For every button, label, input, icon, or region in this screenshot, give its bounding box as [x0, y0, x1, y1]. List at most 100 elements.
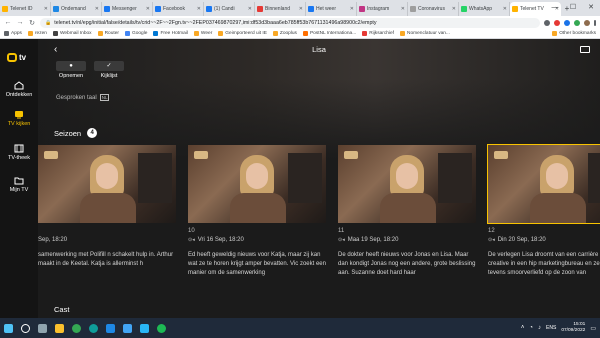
close-tab-icon[interactable]: ✕: [146, 6, 150, 12]
browser-tab[interactable]: Binnenland ✕: [255, 2, 306, 16]
browser-tab[interactable]: WhatsApp ✕: [459, 2, 510, 16]
browser-tab[interactable]: Het weer ✕: [306, 2, 357, 16]
episode-card[interactable]: 10 ⊙◂ Vri 16 Sep, 18:20 Ed heeft geweldig n…: [188, 145, 326, 278]
bookmark-icon: [302, 31, 308, 36]
bookmark-item[interactable]: Apps: [4, 31, 22, 36]
browser-tab[interactable]: Instagram ✕: [357, 2, 408, 16]
episode-card[interactable]: 11 ⊙◂ Maa 19 Sep, 18:20 De dokter heeft nie…: [338, 145, 476, 278]
back-button[interactable]: ‹: [54, 45, 57, 55]
close-tab-icon[interactable]: ✕: [248, 6, 252, 12]
browser-tab[interactable]: Ondemand ✕: [51, 2, 102, 16]
episode-card[interactable]: 12 ⊙◂ Din 20 Sep, 18:20 De verlegen Lisa dr…: [487, 144, 600, 278]
other-bookmarks[interactable]: Other bookmarks: [552, 31, 596, 36]
thumbnail-shelf: [138, 153, 172, 203]
telenet-tv-logo[interactable]: tv: [7, 53, 26, 62]
record-button[interactable]: ● Opnemen: [56, 61, 86, 79]
menu-icon[interactable]: [594, 19, 596, 26]
bookmark-label: Router: [104, 31, 119, 36]
folder-icon: [14, 177, 24, 185]
profile-avatar[interactable]: [584, 19, 590, 26]
close-tab-icon[interactable]: ✕: [197, 6, 201, 12]
wifi-icon[interactable]: ◔: [529, 325, 533, 331]
browser-tab[interactable]: Facebook ✕: [153, 2, 204, 16]
close-tab-icon[interactable]: ✕: [299, 6, 303, 12]
mail-icon[interactable]: [106, 323, 115, 333]
extension-icon[interactable]: [544, 19, 550, 26]
edge-icon[interactable]: [89, 323, 98, 333]
tab-favicon-icon: [410, 6, 416, 12]
back-arrow-icon[interactable]: ←: [4, 19, 12, 26]
close-tab-icon[interactable]: ✕: [503, 6, 507, 12]
notification-icon[interactable]: ▭: [590, 325, 596, 332]
bookmark-item[interactable]: Router: [97, 31, 119, 36]
thumbnail-body: [230, 193, 286, 223]
clock[interactable]: 15:01 07/09/2022: [561, 322, 585, 334]
close-tab-icon[interactable]: ✕: [95, 6, 99, 12]
play-audio-icon: ⊙◂: [338, 237, 345, 243]
bookmark-item[interactable]: PostNL Internationa...: [302, 31, 356, 36]
bookmark-item[interactable]: rezen: [27, 31, 47, 36]
bookmark-label: Apps: [11, 31, 22, 36]
bookmark-item[interactable]: Weer: [193, 31, 212, 36]
tv-icon: [15, 111, 23, 119]
bookmark-item[interactable]: Zooplus: [272, 31, 297, 36]
tab-label: Telenet ID: [10, 6, 33, 12]
address-bar[interactable]: 🔒 telenet.tv/nl/epg/initial/false/detail…: [40, 17, 540, 28]
browser-tab-strip: Telenet ID ✕ Ondemand ✕ Messenger ✕ Facebook ✕(…: [0, 0, 600, 16]
browser-tab[interactable]: Messenger ✕: [102, 2, 153, 16]
browser-tab[interactable]: Telenet ID ✕: [0, 2, 51, 16]
close-window-button[interactable]: ✕: [582, 0, 600, 16]
chevron-up-icon[interactable]: ˄: [521, 325, 525, 331]
sidebar-item-tv-kijken[interactable]: TV kijken: [0, 110, 38, 127]
browser-tab[interactable]: (1) Candi ✕: [204, 2, 255, 16]
window-controls: — ☐ ✕: [546, 0, 600, 16]
minimize-button[interactable]: —: [546, 0, 564, 16]
browser-tab[interactable]: Coronavirus ✕: [408, 2, 459, 16]
bookmark-label: Nomenclatuur van...: [407, 31, 450, 36]
extension-icon[interactable]: [564, 19, 570, 26]
top-bar: Lisa ‹: [38, 39, 600, 61]
store-icon[interactable]: [123, 323, 132, 333]
spotify-icon[interactable]: [157, 323, 166, 333]
episode-card[interactable]: Sep, 18:20 samenwerking met Polifill n sc…: [38, 145, 176, 278]
close-tab-icon[interactable]: ✕: [452, 6, 456, 12]
episode-date: ⊙◂ Vri 16 Sep, 18:20: [188, 237, 326, 243]
sidebar-item-tv-theek[interactable]: TV-theek: [0, 144, 38, 161]
task-view-icon[interactable]: [38, 323, 47, 333]
extension-icon[interactable]: [574, 19, 580, 26]
watchlist-button[interactable]: ✓ Kijklijst: [94, 61, 124, 79]
thumbnail-lamp: [494, 151, 508, 159]
forward-arrow-icon[interactable]: →: [16, 19, 24, 26]
season-selector[interactable]: Seizoen 4: [54, 128, 98, 138]
app-l-icon[interactable]: [140, 323, 149, 333]
chrome-icon[interactable]: [72, 323, 81, 333]
action-buttons: ● Opnemen ✓ Kijklijst: [56, 61, 124, 79]
maximize-button[interactable]: ☐: [564, 0, 582, 16]
tab-label: Messenger: [112, 6, 137, 12]
sidebar-item-mijn-tv[interactable]: Mijn TV: [0, 176, 38, 193]
cast-icon[interactable]: [580, 46, 590, 53]
system-tray: ˄ ◔ ♪ ENS 15:01 07/09/2022 ▭: [521, 322, 596, 334]
tab-favicon-icon: [155, 6, 161, 12]
close-tab-icon[interactable]: ✕: [401, 6, 405, 12]
reload-icon[interactable]: ↻: [28, 19, 36, 27]
language-indicator[interactable]: ENS: [546, 325, 556, 331]
extension-icon[interactable]: [554, 19, 560, 26]
windows-start-icon[interactable]: [4, 323, 13, 333]
tab-label: Ondemand: [61, 6, 86, 12]
lock-icon: 🔒: [45, 19, 52, 26]
bookmark-item[interactable]: Geimporteerd uit IE: [218, 31, 267, 36]
thumbnail-body: [80, 193, 136, 223]
bookmark-icon: [218, 31, 224, 36]
file-explorer-icon[interactable]: [55, 323, 64, 333]
bookmark-item[interactable]: Webmail Inbox: [52, 31, 92, 36]
bookmark-item[interactable]: Rijksarchief: [362, 31, 394, 36]
volume-icon[interactable]: ♪: [538, 325, 541, 331]
search-icon[interactable]: [21, 323, 30, 333]
sidebar-item-ontdekken[interactable]: Ontdekken: [0, 81, 38, 98]
bookmark-item[interactable]: Nomenclatuur van...: [400, 31, 450, 36]
bookmark-item[interactable]: Google: [124, 31, 147, 36]
close-tab-icon[interactable]: ✕: [44, 6, 48, 12]
close-tab-icon[interactable]: ✕: [350, 6, 354, 12]
bookmark-item[interactable]: Free Hotmail: [153, 31, 188, 36]
